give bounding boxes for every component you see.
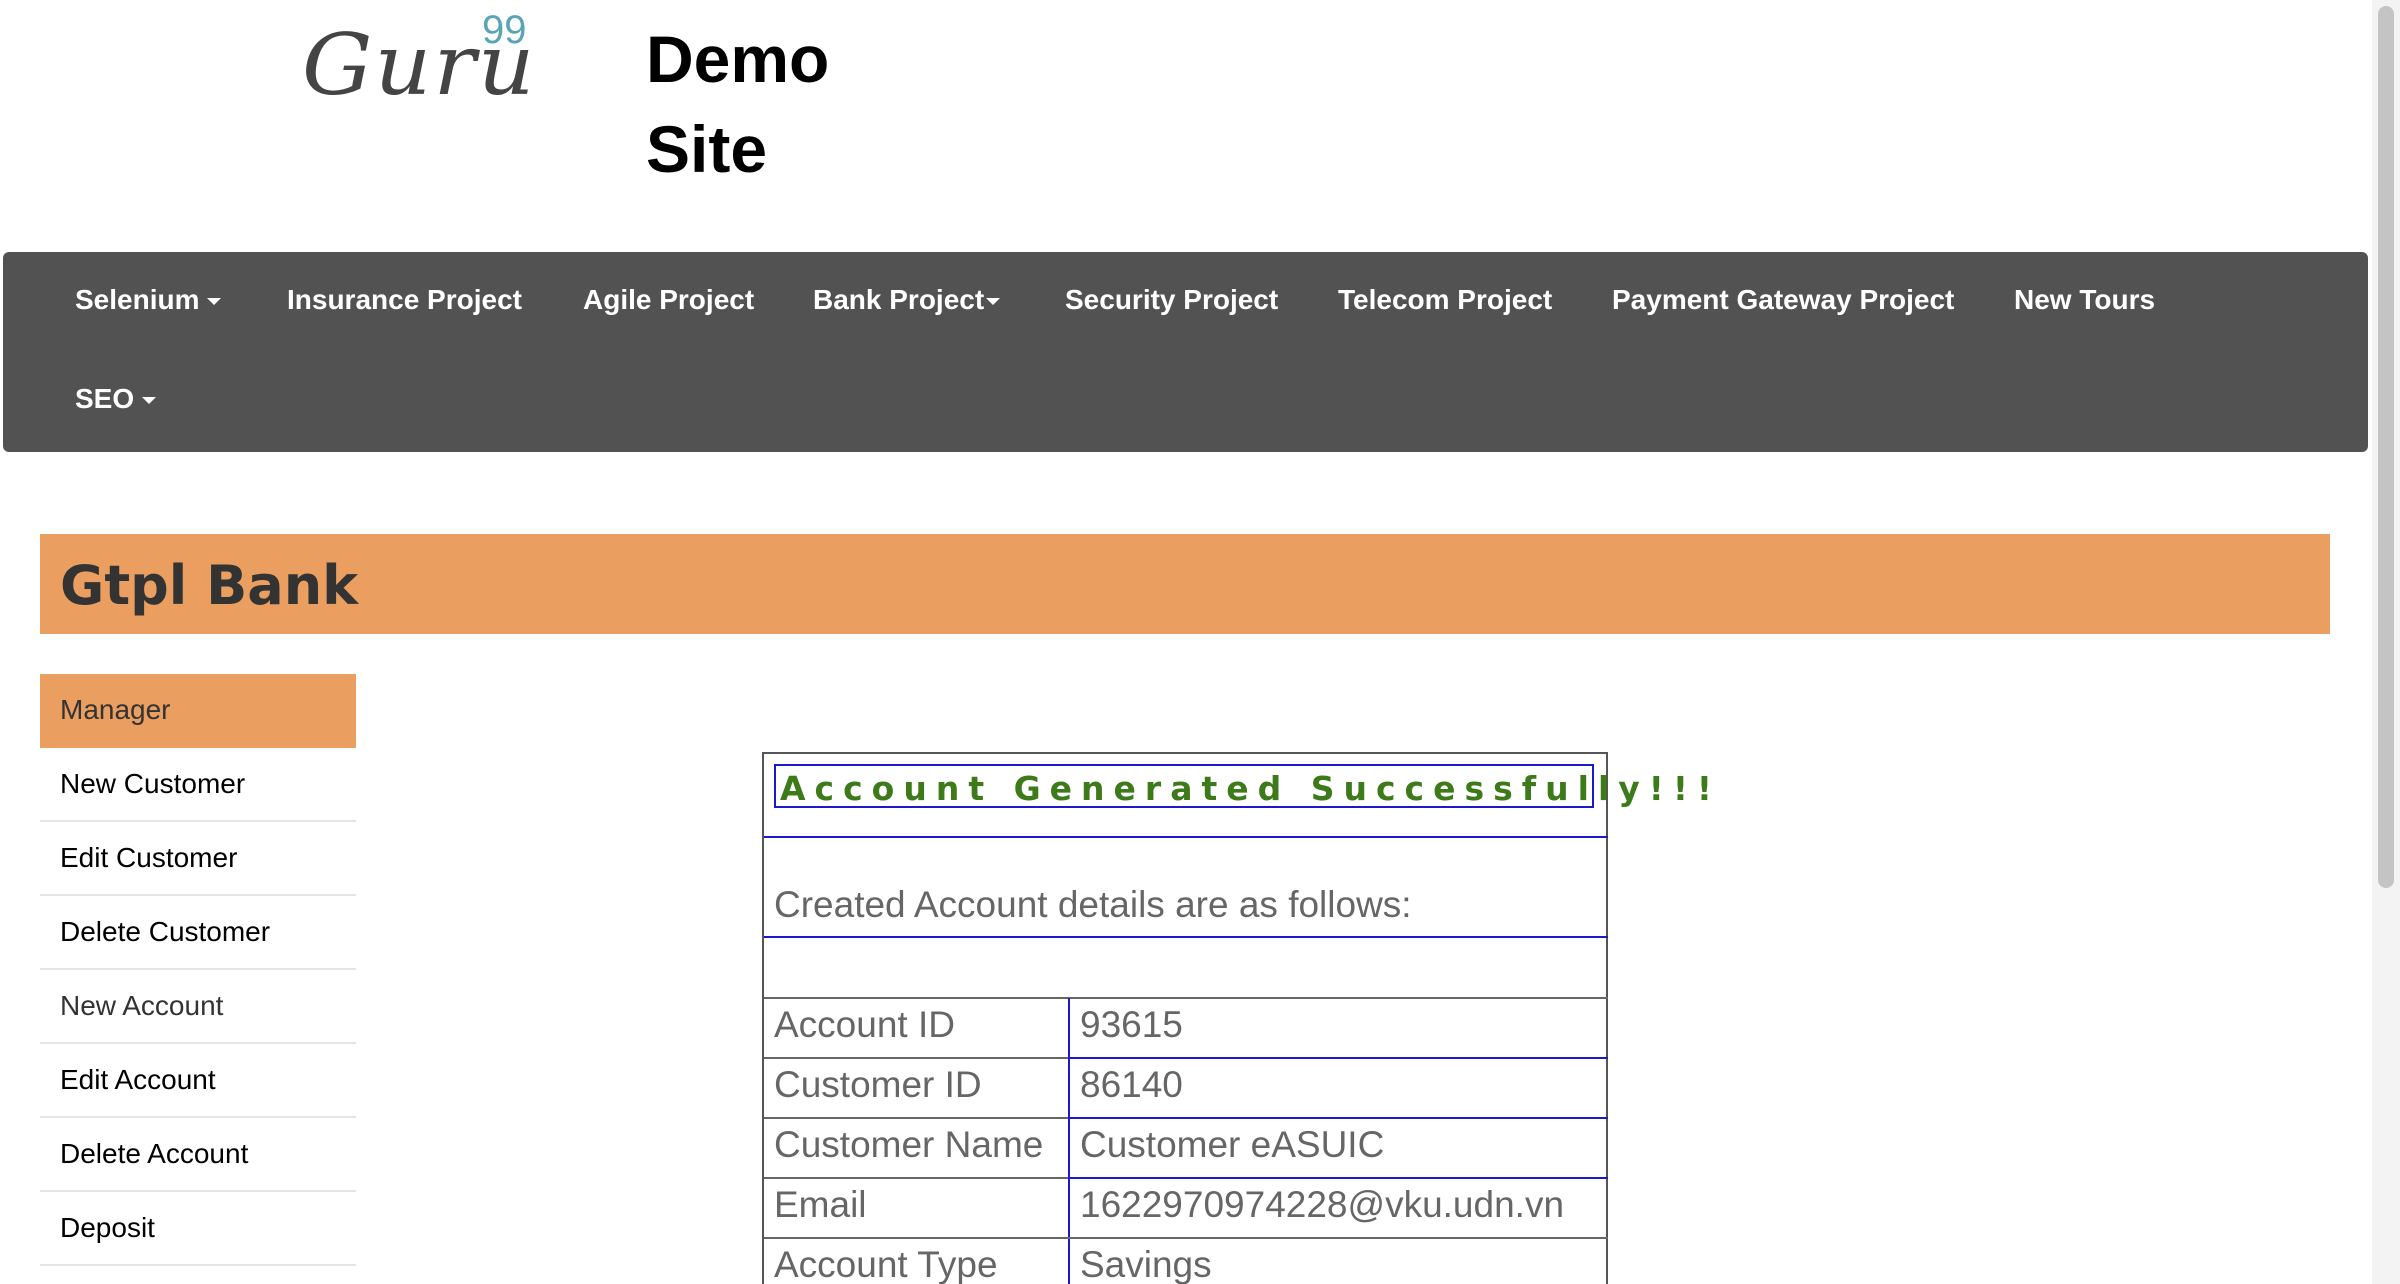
nav-item-selenium[interactable]: Selenium [75,284,222,316]
row-label-account-id: Account ID [774,1004,955,1045]
row-value-account-id: 93615 [1080,1004,1183,1045]
site-title: Demo Site [646,14,906,194]
row-value-customer-id: 86140 [1080,1064,1183,1105]
divider [1068,1177,1608,1179]
divider [764,936,1608,938]
success-message-box: Account Generated Successfully!!! [774,764,1712,808]
nav-label: Agile Project [583,284,755,315]
nav-label: Telecom Project [1338,284,1553,315]
nav-item-telecom-project[interactable]: Telecom Project [1338,284,1552,316]
caret-down-icon [986,298,1001,306]
nav-label: Insurance Project [287,284,522,315]
row-label-customer-id: Customer ID [774,1064,982,1105]
row-value-customer-name: Customer eASUIC [1080,1124,1385,1165]
row-label-account-type: Account Type [774,1244,998,1284]
caret-down-icon [207,298,222,306]
row-label-email: Email [774,1184,867,1225]
success-message: Account Generated Successfully!!! [780,769,1721,808]
nav-item-bank-project[interactable]: Bank Project [813,284,1001,316]
sidebar-item-delete-account[interactable]: Delete Account [40,1118,356,1192]
site-title-line2: Site [646,112,768,186]
site-title-line1: Demo [646,22,830,96]
manager-sidebar: Manager New Customer Edit Customer Delet… [40,674,356,1266]
sidebar-item-new-account[interactable]: New Account [40,970,356,1044]
divider [764,1057,1068,1059]
nav-item-insurance-project[interactable]: Insurance Project [287,284,522,316]
divider [764,1237,1608,1239]
account-details-table: Account Generated Successfully!!! Create… [762,752,1712,1284]
column-divider [1068,998,1070,1284]
guru99-logo[interactable]: Guru 99 [302,8,542,118]
divider [1068,1117,1608,1119]
nav-label: Selenium [75,284,200,315]
details-heading: Created Account details are as follows: [774,884,1412,925]
divider [764,997,1608,999]
bank-banner: Gtpl Bank [40,534,2330,634]
divider [764,836,1608,838]
divider [764,1117,1068,1119]
divider [1068,1057,1608,1059]
logo-superscript: 99 [482,8,527,52]
row-value-email: 1622970974228@vku.udn.vn [1080,1184,1565,1225]
sidebar-item-edit-account[interactable]: Edit Account [40,1044,356,1118]
nav-item-payment-gateway-project[interactable]: Payment Gateway Project [1612,284,1954,316]
nav-item-security-project[interactable]: Security Project [1065,284,1278,316]
caret-down-icon [142,397,157,405]
sidebar-item-edit-customer[interactable]: Edit Customer [40,822,356,896]
row-label-customer-name: Customer Name [774,1124,1044,1165]
nav-label: New Tours [2014,284,2156,315]
nav-item-seo[interactable]: SEO [75,383,157,415]
nav-label: Bank Project [813,284,985,315]
divider [764,1177,1068,1179]
nav-item-new-tours[interactable]: New Tours [2014,284,2155,316]
nav-label: Security Project [1065,284,1279,315]
main-navbar: Selenium Insurance Project Agile Project… [3,252,2368,452]
sidebar-item-new-customer[interactable]: New Customer [40,748,356,822]
nav-label: Payment Gateway Project [1612,284,1955,315]
nav-label: SEO [75,383,135,414]
sidebar-item-deposit[interactable]: Deposit [40,1192,356,1266]
sidebar-item-delete-customer[interactable]: Delete Customer [40,896,356,970]
row-value-account-type: Savings [1080,1244,1212,1284]
nav-item-agile-project[interactable]: Agile Project [583,284,754,316]
sidebar-item-manager[interactable]: Manager [40,674,356,748]
scrollbar-thumb[interactable] [2378,6,2394,888]
bank-title: Gtpl Bank [60,554,359,617]
